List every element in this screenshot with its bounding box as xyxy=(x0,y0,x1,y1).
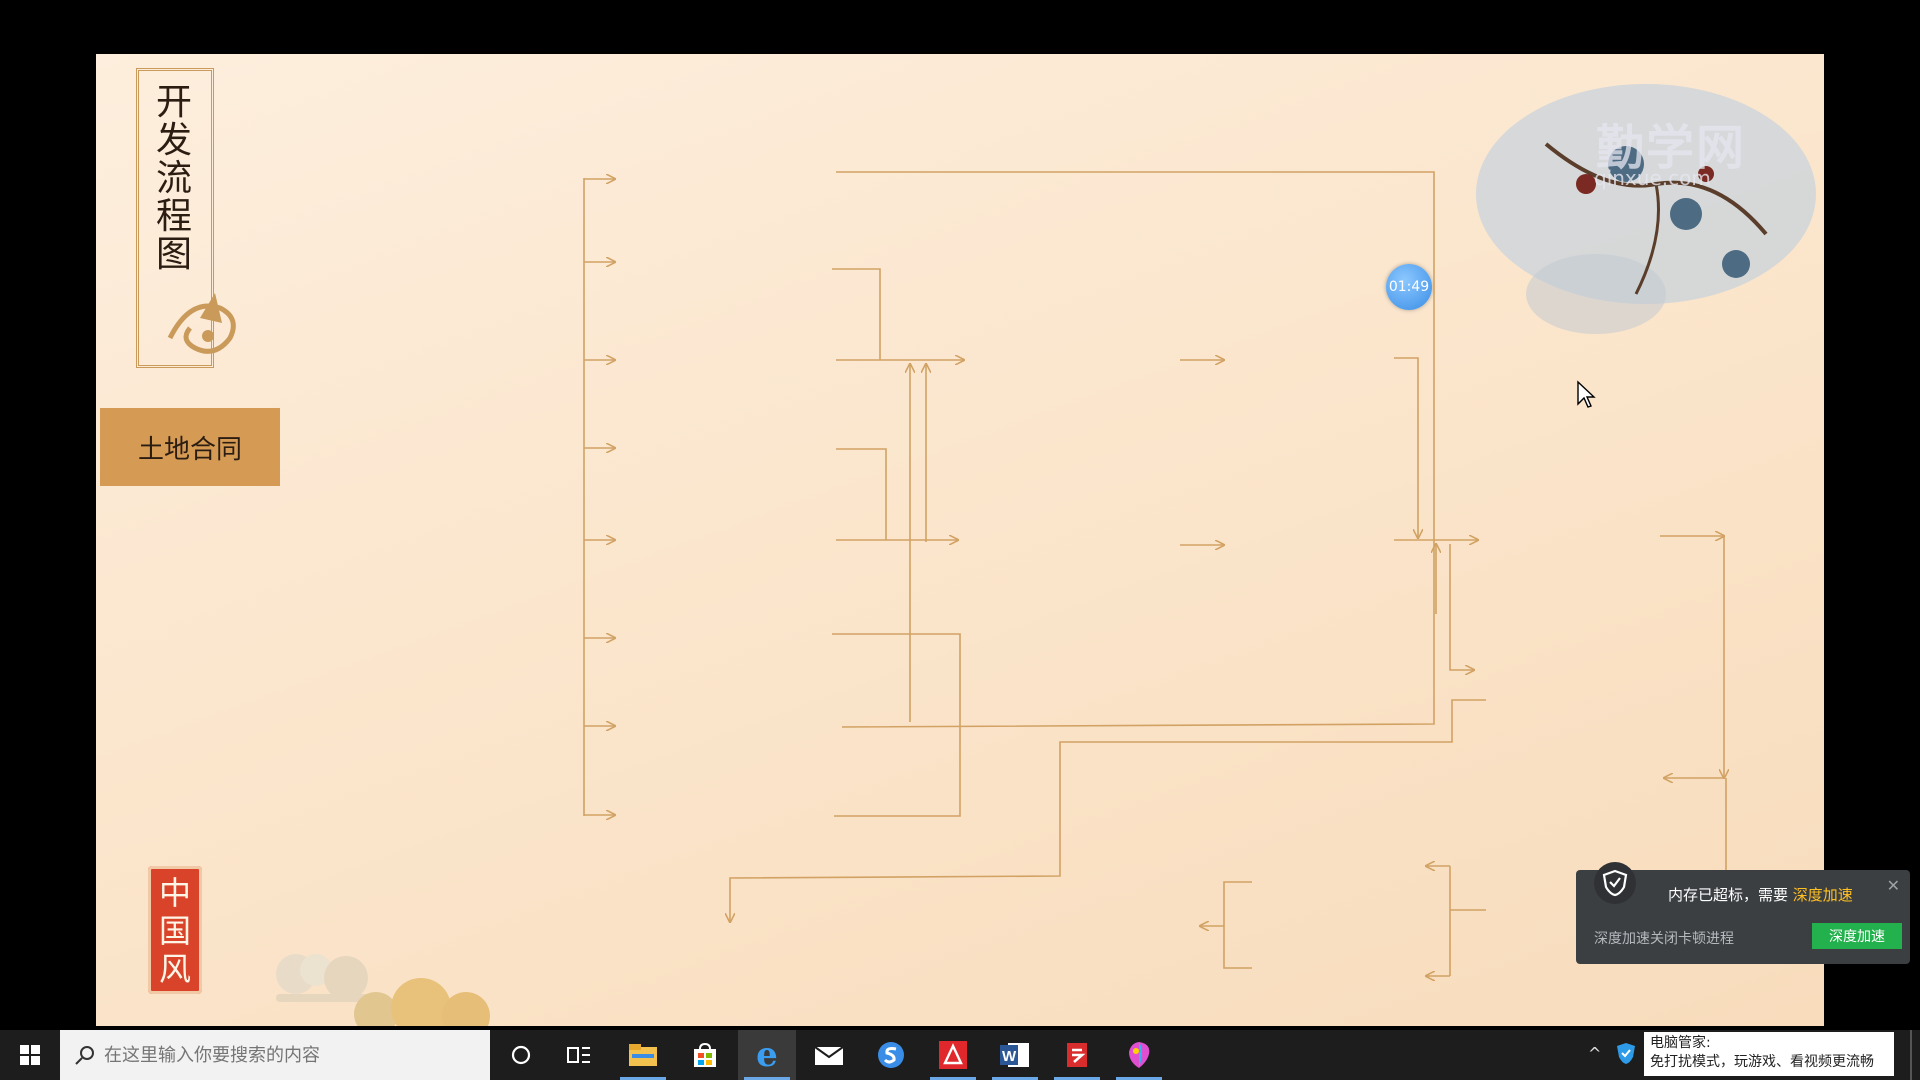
deep-speedup-link[interactable]: 深度加速 xyxy=(1793,886,1853,904)
slide: 开发流程图 土地合同 中国风 勤学网 qinxue.com 01:49 xyxy=(96,54,1824,1026)
memory-alert-popup: 内存已超标，需要 深度加速 ✕ 深度加速关闭卡顿进程 深度加速 xyxy=(1576,862,1910,964)
show-desktop-button[interactable] xyxy=(1910,1030,1912,1080)
connector-b xyxy=(836,448,887,540)
cortana-icon[interactable] xyxy=(492,1030,550,1080)
store-icon[interactable] xyxy=(676,1030,734,1080)
search-input[interactable] xyxy=(102,1043,466,1067)
sogou-icon[interactable] xyxy=(862,1030,920,1080)
deep-speedup-button[interactable]: 深度加速 xyxy=(1812,923,1902,949)
bottom-connector xyxy=(730,699,1486,922)
search-icon xyxy=(75,1046,94,1065)
popup-subtext: 深度加速关闭卡顿进程 xyxy=(1594,931,1734,947)
arrow-14 xyxy=(1449,544,1474,670)
notice-text: 免打扰模式，玩游戏、看视频更流畅 xyxy=(1650,1054,1874,1070)
word-icon[interactable]: W xyxy=(986,1030,1044,1080)
file-explorer-icon[interactable] xyxy=(614,1030,672,1080)
close-icon[interactable]: ✕ xyxy=(1887,876,1900,895)
paint-icon[interactable] xyxy=(1110,1030,1168,1080)
shield-icon xyxy=(1594,862,1636,904)
mouse-cursor-icon xyxy=(1577,380,1596,408)
connector-a xyxy=(832,268,881,360)
pc-manager-tray-icon[interactable] xyxy=(1616,1042,1636,1066)
svg-text:W: W xyxy=(1002,1048,1017,1065)
wps-icon[interactable] xyxy=(1048,1030,1106,1080)
mail-icon[interactable] xyxy=(800,1030,858,1080)
tray-expand-icon[interactable]: ^ xyxy=(1588,1044,1601,1063)
bracket-small-1 xyxy=(1223,881,1252,969)
acrobat-icon[interactable] xyxy=(924,1030,982,1080)
notice-title: 电脑管家: xyxy=(1650,1035,1711,1051)
windows-start-icon[interactable] xyxy=(0,1030,60,1080)
taskbar: e W ^ 电脑管家: 免打扰模式，玩游戏、看视频更流畅 xyxy=(0,1030,1920,1080)
task-view-icon[interactable] xyxy=(550,1030,608,1080)
edge-icon[interactable]: e xyxy=(738,1030,796,1080)
bracket-bottom xyxy=(832,633,961,817)
flowchart xyxy=(583,171,1824,1026)
pc-manager-notice[interactable]: 电脑管家: 免打扰模式，玩游戏、看视频更流畅 xyxy=(1644,1032,1894,1076)
taskbar-search[interactable] xyxy=(60,1030,490,1080)
connector-c xyxy=(1394,357,1418,538)
popup-message: 内存已超标，需要 深度加速 xyxy=(1668,886,1853,904)
